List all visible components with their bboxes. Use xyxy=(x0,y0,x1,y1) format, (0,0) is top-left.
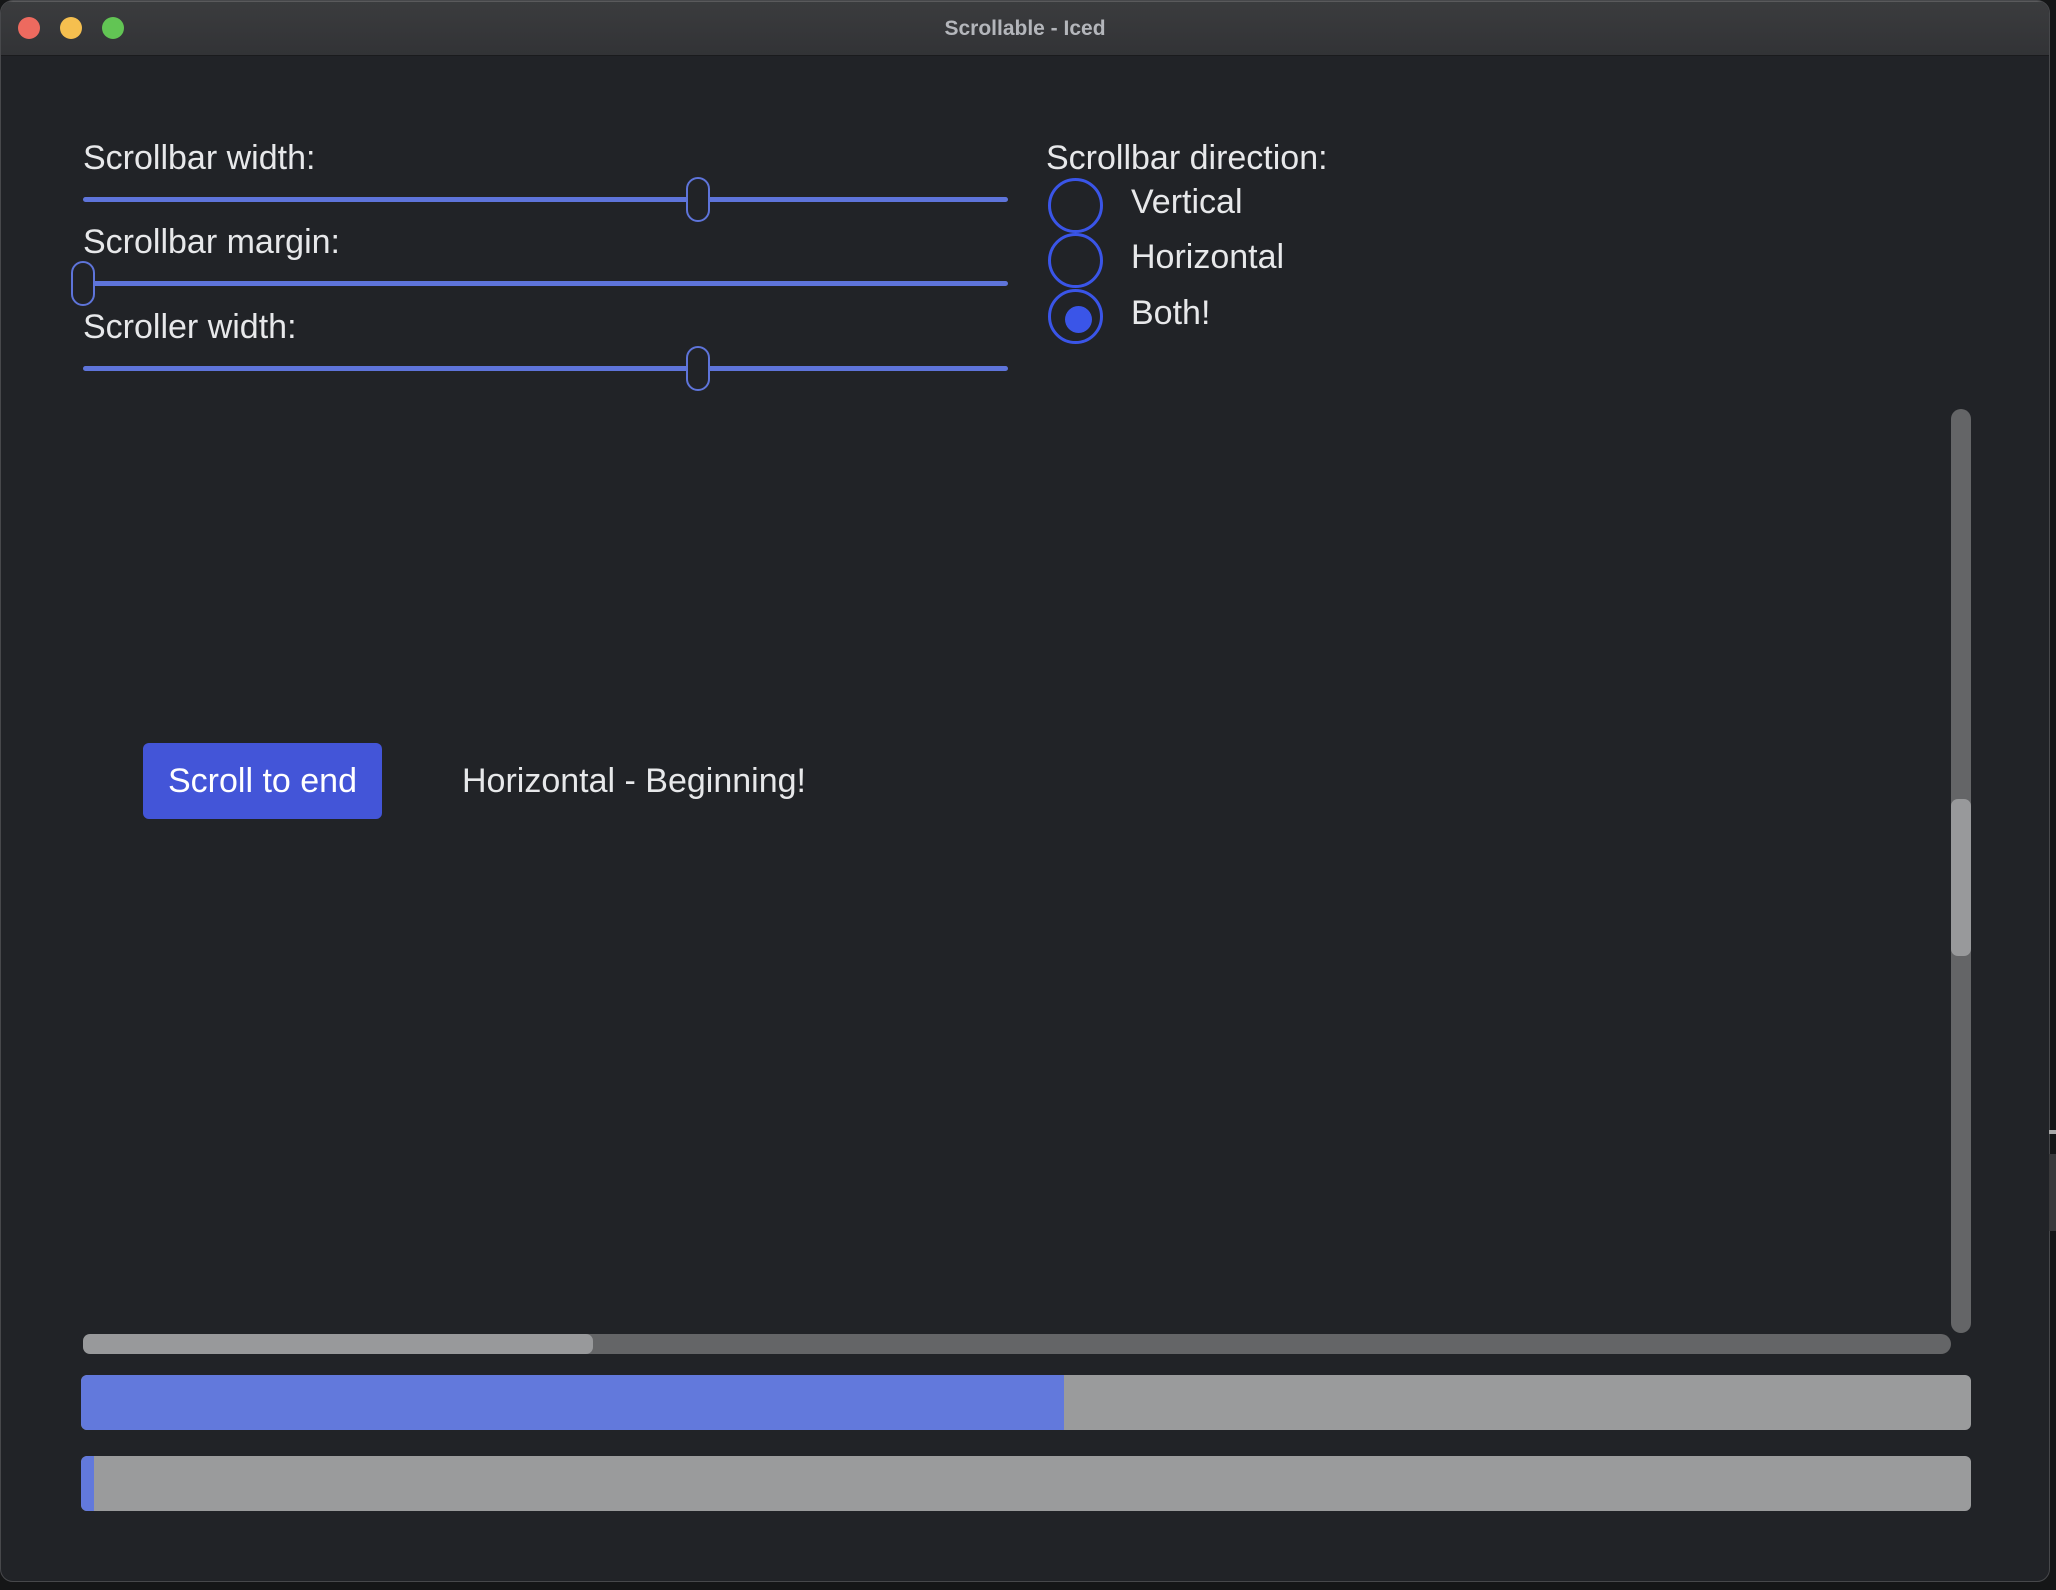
radio-option-label: Vertical xyxy=(1131,183,1243,222)
scroller-width-slider[interactable] xyxy=(83,345,1008,393)
radio-option-label: Both! xyxy=(1131,294,1210,333)
horizontal-scrollbar-scroller[interactable] xyxy=(83,1334,593,1354)
vertical-scrollbar-scroller[interactable] xyxy=(1951,799,1971,956)
app-window: Scrollable - Iced Scrollbar width: Scrol… xyxy=(0,0,2050,1582)
scrollbar-width-slider[interactable] xyxy=(83,176,1008,224)
slider-rail[interactable] xyxy=(83,281,1008,286)
vertical-scrollbar-track[interactable] xyxy=(1951,409,1971,1333)
window-title: Scrollable - Iced xyxy=(1,1,2049,56)
slider-handle[interactable] xyxy=(71,261,95,306)
scrollbar-margin-label: Scrollbar margin: xyxy=(83,219,340,265)
radio-option-label: Horizontal xyxy=(1131,238,1284,277)
progress-bar-horizontal xyxy=(81,1375,1971,1430)
progress-fill xyxy=(81,1375,1064,1430)
scroll-status-text: Horizontal - Beginning! xyxy=(462,758,806,804)
horizontal-scrollbar-track[interactable] xyxy=(83,1334,1951,1354)
scrollbar-width-label: Scrollbar width: xyxy=(83,135,315,181)
radio-circle-icon[interactable] xyxy=(1048,289,1103,344)
slider-handle[interactable] xyxy=(686,346,710,391)
progress-fill xyxy=(81,1456,94,1511)
slider-handle[interactable] xyxy=(686,177,710,222)
progress-bar-vertical xyxy=(81,1456,1971,1511)
radio-selected-dot xyxy=(1065,306,1092,333)
radio-circle-icon[interactable] xyxy=(1048,178,1103,233)
scroller-width-label: Scroller width: xyxy=(83,304,297,350)
scrollbar-margin-slider[interactable] xyxy=(83,260,1008,308)
background-window-edge xyxy=(2049,1130,2056,1134)
radio-circle-icon[interactable] xyxy=(1048,233,1103,288)
slider-rail[interactable] xyxy=(83,197,1008,202)
background-window-edge xyxy=(2049,1154,2056,1231)
scrollbar-direction-label: Scrollbar direction: xyxy=(1046,135,1328,181)
slider-rail[interactable] xyxy=(83,366,1008,371)
scroll-to-end-button[interactable]: Scroll to end xyxy=(143,743,382,819)
title-bar[interactable]: Scrollable - Iced xyxy=(1,1,2049,56)
